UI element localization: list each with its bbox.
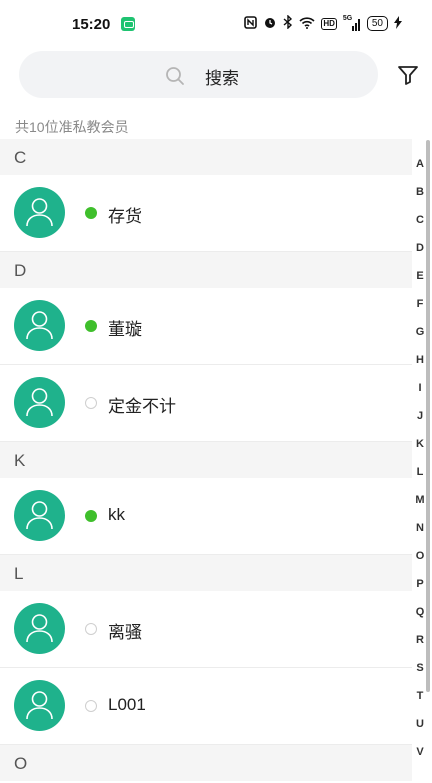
battery-icon: 50 — [366, 16, 388, 31]
index-letter-f[interactable]: F — [408, 290, 432, 318]
search-placeholder: 搜索 — [205, 69, 239, 88]
index-letter-k[interactable]: K — [408, 430, 432, 458]
avatar — [14, 603, 65, 654]
user-icon — [26, 311, 53, 340]
member-name: kk — [108, 505, 125, 524]
status-dot-offline — [85, 397, 97, 409]
status-time: 15:20 — [72, 16, 111, 33]
index-letter-u[interactable]: U — [408, 710, 432, 738]
index-letter-d[interactable]: D — [408, 234, 432, 262]
signal-5g-icon: 5G — [343, 15, 361, 31]
member-name: 存货 — [108, 207, 142, 226]
index-letter-s[interactable]: S — [408, 654, 432, 682]
index-letter-o[interactable]: O — [408, 542, 432, 570]
index-letter-v[interactable]: V — [408, 738, 432, 766]
bluetooth-icon — [283, 14, 293, 32]
index-letter-g[interactable]: G — [408, 318, 432, 346]
search-row: 搜索 — [0, 50, 432, 100]
member-row[interactable]: L001 — [0, 668, 412, 745]
section-header-c: C — [0, 139, 412, 175]
index-letter-q[interactable]: Q — [408, 598, 432, 626]
index-letter-t[interactable]: T — [408, 682, 432, 710]
wifi-icon — [299, 16, 315, 32]
index-letter-b[interactable]: B — [408, 178, 432, 206]
avatar — [14, 680, 65, 731]
index-letter-a[interactable]: A — [408, 150, 432, 178]
status-dot-offline — [85, 623, 97, 635]
status-dot-online — [85, 320, 97, 332]
member-name: 董璇 — [108, 320, 142, 339]
avatar — [14, 377, 65, 428]
avatar — [14, 490, 65, 541]
member-row[interactable]: kk — [0, 478, 412, 555]
index-letter-p[interactable]: P — [408, 570, 432, 598]
section-header-k: K — [0, 442, 412, 478]
filter-icon[interactable] — [397, 64, 419, 91]
member-row[interactable]: 存货 — [0, 175, 412, 252]
member-list: C 存货 D 董璇 定金不计 K kk L 离骚 L001 O — [0, 139, 412, 781]
member-row[interactable]: 离骚 — [0, 591, 412, 668]
status-icons: HD 5G 50 — [244, 14, 402, 32]
member-name: 离骚 — [108, 623, 142, 642]
status-dot-offline — [85, 700, 97, 712]
index-letter-e[interactable]: E — [408, 262, 432, 290]
member-row[interactable]: 董璇 — [0, 288, 412, 365]
index-letter-n[interactable]: N — [408, 514, 432, 542]
status-bar: 15:20 HD 5G 50 — [0, 0, 432, 50]
index-letter-r[interactable]: R — [408, 626, 432, 654]
member-name: 定金不计 — [108, 397, 176, 416]
index-letter-j[interactable]: J — [408, 402, 432, 430]
user-icon — [26, 501, 53, 530]
user-icon — [26, 691, 53, 720]
user-icon — [26, 198, 53, 227]
search-icon — [165, 66, 185, 91]
status-dot-online — [85, 207, 97, 219]
user-icon — [26, 388, 53, 417]
section-header-o: O — [0, 745, 412, 781]
member-row[interactable]: 定金不计 — [0, 365, 412, 442]
alarm-icon — [263, 15, 277, 32]
index-letter-c[interactable]: C — [408, 206, 432, 234]
index-letter-l[interactable]: L — [408, 458, 432, 486]
section-header-l: L — [0, 555, 412, 591]
user-icon — [26, 614, 53, 643]
index-letter-i[interactable]: I — [408, 374, 432, 402]
status-dot-online — [85, 510, 97, 522]
section-header-d: D — [0, 252, 412, 288]
nfc-icon — [244, 15, 258, 32]
app-notification-icon — [121, 17, 135, 31]
charging-icon — [394, 15, 402, 32]
hd-icon: HD — [321, 17, 337, 30]
alphabet-index[interactable]: A B C D E F G H I J K L M N O P Q R S T … — [408, 150, 432, 766]
index-letter-m[interactable]: M — [408, 486, 432, 514]
index-letter-h[interactable]: H — [408, 346, 432, 374]
search-input[interactable]: 搜索 — [19, 51, 378, 98]
member-count-text: 共10位准私教会员 — [15, 119, 129, 135]
member-name: L001 — [108, 695, 146, 714]
avatar — [14, 187, 65, 238]
avatar — [14, 300, 65, 351]
